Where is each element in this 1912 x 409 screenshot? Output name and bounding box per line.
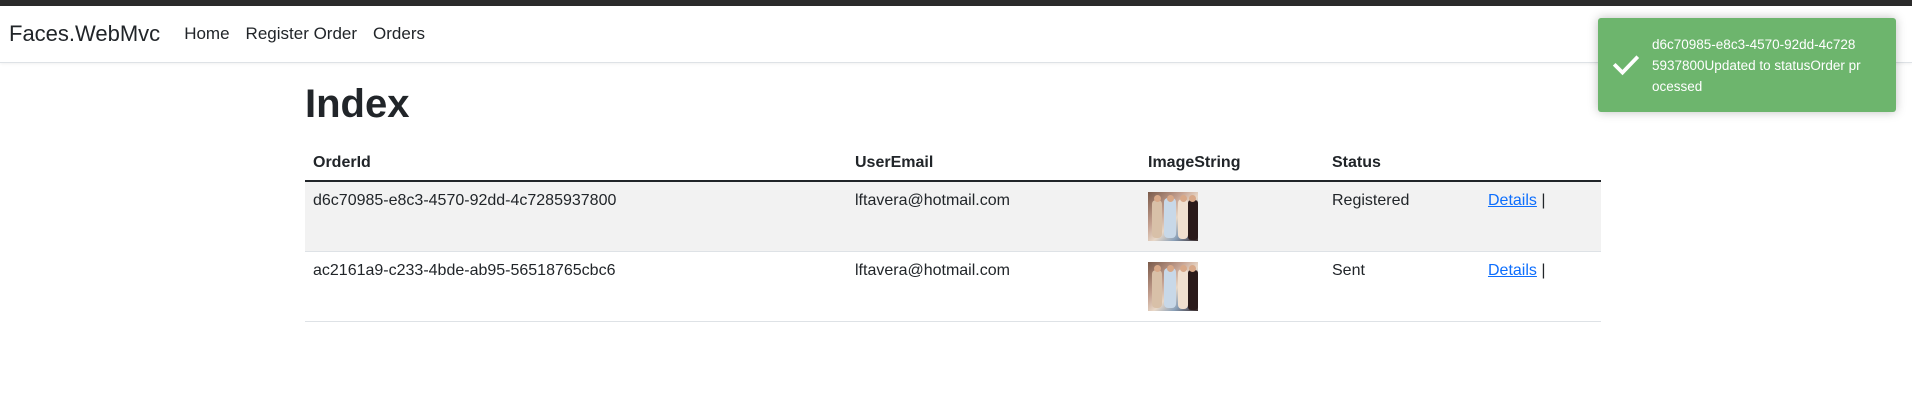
cell-useremail: lftavera@hotmail.com bbox=[847, 181, 1140, 252]
toast-notification[interactable]: d6c70985-e8c3-4570-92dd-4c7285937800Upda… bbox=[1598, 18, 1896, 112]
details-link[interactable]: Details bbox=[1488, 192, 1537, 209]
navbar-brand[interactable]: Faces.WebMvc bbox=[9, 21, 160, 47]
orders-table: OrderId UserEmail ImageString Status d6c… bbox=[305, 142, 1601, 322]
cell-status: Registered bbox=[1324, 181, 1480, 252]
order-image bbox=[1148, 192, 1198, 241]
table-row: ac2161a9-c233-4bde-ab95-56518765cbc6 lft… bbox=[305, 251, 1601, 322]
header-useremail: UserEmail bbox=[847, 142, 1140, 182]
main-content: Index OrderId UserEmail ImageString Stat… bbox=[305, 62, 1601, 322]
action-separator: | bbox=[1541, 192, 1546, 209]
cell-image bbox=[1140, 251, 1324, 322]
action-separator: | bbox=[1541, 262, 1546, 279]
cell-status: Sent bbox=[1324, 251, 1480, 322]
table-row: d6c70985-e8c3-4570-92dd-4c7285937800 lft… bbox=[305, 181, 1601, 252]
cell-image bbox=[1140, 181, 1324, 252]
nav-link-register-order[interactable]: Register Order bbox=[246, 24, 357, 44]
nav-link-home[interactable]: Home bbox=[184, 24, 229, 44]
details-link[interactable]: Details bbox=[1488, 262, 1537, 279]
header-status: Status bbox=[1324, 142, 1480, 182]
header-orderid: OrderId bbox=[305, 142, 847, 182]
cell-orderid: ac2161a9-c233-4bde-ab95-56518765cbc6 bbox=[305, 251, 847, 322]
cell-orderid: d6c70985-e8c3-4570-92dd-4c7285937800 bbox=[305, 181, 847, 252]
table-header-row: OrderId UserEmail ImageString Status bbox=[305, 142, 1601, 182]
cell-actions: Details | bbox=[1480, 181, 1601, 252]
nav-link-orders[interactable]: Orders bbox=[373, 24, 425, 44]
nav-links: Home Register Order Orders bbox=[184, 24, 425, 44]
header-imagestring: ImageString bbox=[1140, 142, 1324, 182]
cell-useremail: lftavera@hotmail.com bbox=[847, 251, 1140, 322]
toast-message: d6c70985-e8c3-4570-92dd-4c7285937800Upda… bbox=[1652, 36, 1861, 94]
checkmark-icon bbox=[1612, 55, 1640, 76]
page-title: Index bbox=[305, 82, 410, 126]
order-image bbox=[1148, 262, 1198, 311]
cell-actions: Details | bbox=[1480, 251, 1601, 322]
header-actions bbox=[1480, 142, 1601, 182]
